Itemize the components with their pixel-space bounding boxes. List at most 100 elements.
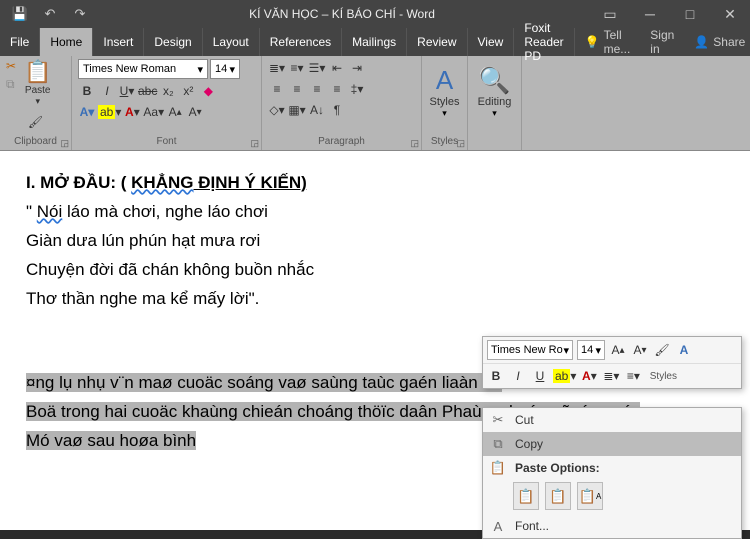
tab-foxit[interactable]: Foxit Reader PD bbox=[514, 28, 574, 56]
mini-font-size-value: 14 bbox=[581, 344, 593, 356]
ribbon-display-options[interactable]: ▭ bbox=[590, 0, 630, 28]
group-paragraph: ≣▾ ≡▾ ☰▾ ⇤ ⇥ ≡ ≡ ≡ ≡ ‡▾ ◇▾ ▦▾ A↓ ¶ Parag… bbox=[262, 56, 422, 150]
chevron-down-icon: ▾ bbox=[442, 108, 447, 119]
tab-layout[interactable]: Layout bbox=[203, 28, 260, 56]
tab-insert[interactable]: Insert bbox=[93, 28, 144, 56]
shading-button[interactable]: ◇▾ bbox=[268, 101, 286, 119]
tab-file[interactable]: File bbox=[0, 28, 40, 56]
mini-bold[interactable]: B bbox=[487, 367, 505, 385]
increase-indent-button[interactable]: ⇥ bbox=[348, 59, 366, 77]
doc-line-5: Thơ thần nghe ma kể mấy lời". bbox=[26, 285, 742, 314]
styles-label[interactable]: Styles bbox=[430, 96, 460, 108]
ctx-copy[interactable]: ⧉ Copy bbox=[483, 432, 741, 456]
person-icon: 👤 bbox=[694, 35, 709, 49]
tab-design[interactable]: Design bbox=[144, 28, 202, 56]
tab-view[interactable]: View bbox=[468, 28, 515, 56]
change-case-button[interactable]: Aa▾ bbox=[143, 103, 164, 121]
subscript-button[interactable]: x₂ bbox=[159, 82, 177, 100]
paste-button[interactable]: 📋 Paste ▾ bbox=[24, 59, 51, 107]
italic-button[interactable]: I bbox=[98, 82, 116, 100]
ctx-paste-options-label: Paste Options: bbox=[515, 461, 600, 475]
align-left-button[interactable]: ≡ bbox=[268, 80, 286, 98]
ctx-cut[interactable]: ✂ Cut bbox=[483, 408, 741, 432]
highlight-button[interactable]: ab▾ bbox=[98, 103, 121, 121]
chevron-down-icon: ▾ bbox=[492, 108, 497, 119]
mini-bullets[interactable]: ≣▾ bbox=[602, 367, 620, 385]
ctx-font[interactable]: A Font... bbox=[483, 514, 741, 538]
redo-button[interactable]: ↷ bbox=[66, 2, 94, 26]
tab-home[interactable]: Home bbox=[40, 28, 93, 56]
close-button[interactable]: ✕ bbox=[710, 0, 750, 28]
font-dialog-launcher[interactable]: ◲ bbox=[250, 138, 259, 149]
bold-button[interactable]: B bbox=[78, 82, 96, 100]
show-paragraph-marks-button[interactable]: ¶ bbox=[328, 101, 346, 119]
undo-button[interactable]: ↶ bbox=[36, 2, 64, 26]
tell-me[interactable]: 💡Tell me... bbox=[575, 28, 641, 56]
mini-font-color[interactable]: A▾ bbox=[580, 367, 598, 385]
strikethrough-button[interactable]: abc bbox=[138, 82, 157, 100]
align-center-button[interactable]: ≡ bbox=[288, 80, 306, 98]
minimize-button[interactable]: ─ bbox=[630, 0, 670, 28]
shrink-font-button[interactable]: A▾ bbox=[186, 103, 204, 121]
font-size-select[interactable]: 14▾ bbox=[210, 59, 240, 79]
sort-button[interactable]: A↓ bbox=[308, 101, 326, 119]
superscript-button[interactable]: x² bbox=[179, 82, 197, 100]
align-right-button[interactable]: ≡ bbox=[308, 80, 326, 98]
mini-format-painter[interactable]: 🖌 bbox=[653, 341, 671, 359]
ctx-paste-options: 📋 📋 📋A bbox=[483, 480, 741, 514]
share-button[interactable]: 👤Share bbox=[684, 28, 750, 56]
borders-button[interactable]: ▦▾ bbox=[288, 101, 306, 119]
grow-font-button[interactable]: A▴ bbox=[166, 103, 184, 121]
find-icon[interactable]: 🔍 bbox=[478, 65, 510, 96]
font-color-button[interactable]: A▾ bbox=[123, 103, 141, 121]
line-spacing-button[interactable]: ‡▾ bbox=[348, 80, 366, 98]
styles-icon[interactable]: A bbox=[436, 65, 453, 96]
maximize-button[interactable]: □ bbox=[670, 0, 710, 28]
titlebar: 💾 ↶ ↷ KÍ VĂN HỌC – KÍ BÁO CHÍ - Word ▭ ─… bbox=[0, 0, 750, 28]
mini-shrink-font[interactable]: A▾ bbox=[631, 341, 649, 359]
numbering-button[interactable]: ≡▾ bbox=[288, 59, 306, 77]
mini-italic[interactable]: I bbox=[509, 367, 527, 385]
clipboard-dialog-launcher[interactable]: ◲ bbox=[60, 138, 69, 149]
mini-styles-icon[interactable]: A bbox=[675, 341, 693, 359]
underline-button[interactable]: U▾ bbox=[118, 82, 136, 100]
editing-label[interactable]: Editing bbox=[478, 96, 512, 108]
group-styles: A Styles ▾ Styles ◲ bbox=[422, 56, 468, 150]
justify-button[interactable]: ≡ bbox=[328, 80, 346, 98]
lightbulb-icon: 💡 bbox=[585, 35, 600, 49]
paragraph-dialog-launcher[interactable]: ◲ bbox=[410, 138, 419, 149]
format-painter-icon[interactable]: 🖌 bbox=[6, 113, 65, 131]
chevron-down-icon: ▾ bbox=[197, 63, 203, 76]
ctx-copy-label: Copy bbox=[515, 437, 543, 451]
mini-grow-font[interactable]: A▴ bbox=[609, 341, 627, 359]
mini-font-size[interactable]: 14▾ bbox=[577, 340, 605, 360]
tab-mailings[interactable]: Mailings bbox=[342, 28, 407, 56]
multilevel-list-button[interactable]: ☰▾ bbox=[308, 59, 326, 77]
decrease-indent-button[interactable]: ⇤ bbox=[328, 59, 346, 77]
ribbon: ✂ ⧉ 📋 Paste ▾ 🖌 Clipboard ◲ Times New Ro… bbox=[0, 56, 750, 151]
text-effects-button[interactable]: A▾ bbox=[78, 103, 96, 121]
clear-formatting-icon[interactable]: ◆ bbox=[199, 82, 217, 100]
window-controls: ▭ ─ □ ✕ bbox=[590, 0, 750, 28]
doc-line-2: " Nói láo mà chơi, nghe láo chơi bbox=[26, 198, 742, 227]
copy-icon[interactable]: ⧉ bbox=[6, 77, 22, 93]
mini-highlight[interactable]: ab▾ bbox=[553, 367, 576, 385]
sign-in[interactable]: Sign in bbox=[640, 28, 684, 56]
mini-underline[interactable]: U bbox=[531, 367, 549, 385]
paste-keep-source[interactable]: 📋 bbox=[513, 482, 539, 510]
paste-merge[interactable]: 📋 bbox=[545, 482, 571, 510]
chevron-down-icon: ▾ bbox=[595, 344, 601, 357]
group-clipboard: ✂ ⧉ 📋 Paste ▾ 🖌 Clipboard ◲ bbox=[0, 56, 72, 150]
bullets-button[interactable]: ≣▾ bbox=[268, 59, 286, 77]
tab-references[interactable]: References bbox=[260, 28, 342, 56]
cut-icon[interactable]: ✂ bbox=[6, 59, 22, 75]
font-name-select[interactable]: Times New Roman▾ bbox=[78, 59, 208, 79]
tab-review[interactable]: Review bbox=[407, 28, 467, 56]
styles-dialog-launcher[interactable]: ◲ bbox=[456, 138, 465, 149]
save-button[interactable]: 💾 bbox=[6, 2, 34, 26]
paste-text-only[interactable]: 📋A bbox=[577, 482, 603, 510]
mini-font-name[interactable]: Times New Ro▾ bbox=[487, 340, 573, 360]
context-menu: ✂ Cut ⧉ Copy 📋 Paste Options: 📋 📋 📋A A F… bbox=[482, 407, 742, 539]
mini-styles-label[interactable]: Styles bbox=[646, 371, 680, 382]
mini-numbering[interactable]: ≡▾ bbox=[624, 367, 642, 385]
